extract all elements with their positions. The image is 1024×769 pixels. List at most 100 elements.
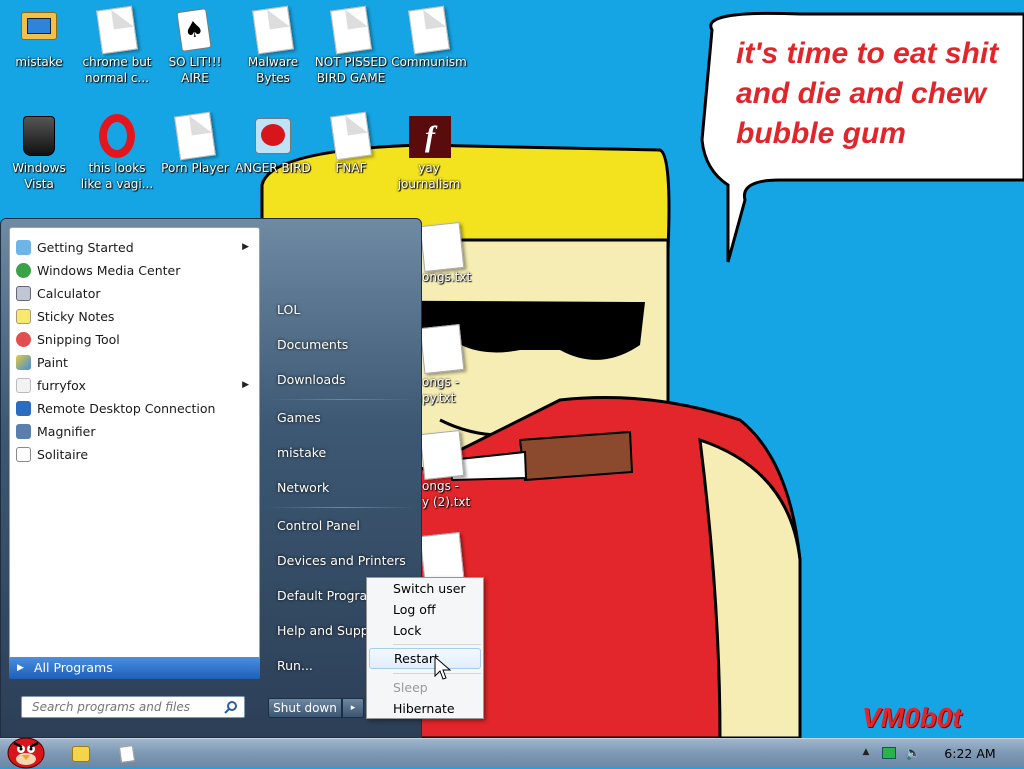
search-box: [21, 696, 245, 718]
right-item-control-panel[interactable]: Control Panel: [269, 511, 419, 541]
program-item-solitaire[interactable]: Solitaire: [10, 443, 259, 466]
trash-bin-icon: [17, 114, 61, 158]
desktop-icon-label: Communism: [391, 55, 467, 69]
program-item-furryfox[interactable]: furryfox ▶: [10, 374, 259, 397]
network-icon[interactable]: [882, 747, 898, 761]
desktop-icon-label: Windows Vista: [12, 161, 66, 191]
program-label: Snipping Tool: [37, 332, 120, 347]
start-button[interactable]: [4, 731, 48, 769]
right-item-games[interactable]: Games: [269, 403, 419, 433]
desktop-icon-label: this looks like a vagi...: [80, 161, 154, 191]
program-label: Sticky Notes: [37, 309, 115, 324]
angry-bird-icon: [251, 114, 295, 158]
program-label: Solitaire: [37, 447, 89, 462]
program-label: furryfox: [37, 378, 86, 393]
desktop-icon-communism[interactable]: Communism: [390, 2, 468, 70]
menu-item-log-off[interactable]: Log off: [369, 599, 481, 620]
program-label: Calculator: [37, 286, 101, 301]
desktop-icon-bird-game[interactable]: NOT PISSED BIRD GAME: [312, 2, 390, 86]
program-item-remote-desktop[interactable]: Remote Desktop Connection: [10, 397, 259, 420]
getting-started-icon: [16, 240, 31, 255]
program-item-magnifier[interactable]: Magnifier: [10, 420, 259, 443]
taskbar-pinned-folder[interactable]: [70, 744, 92, 764]
right-item-documents[interactable]: Documents: [269, 330, 419, 360]
all-programs-button[interactable]: ▶ All Programs: [9, 657, 260, 679]
desktop-icon-windows-vista[interactable]: Windows Vista: [0, 108, 78, 192]
document-icon: [329, 5, 373, 55]
right-item-lol[interactable]: LOL: [269, 295, 419, 325]
taskbar: ▲ 🔈 6:22 AM: [0, 737, 1024, 769]
separator: [393, 644, 481, 645]
search-icon[interactable]: [224, 700, 238, 714]
menu-item-hibernate[interactable]: Hibernate: [369, 698, 481, 719]
shutdown-button[interactable]: Shut down: [268, 698, 342, 718]
desktop-icon-anger-bird[interactable]: ANGER BIRD: [234, 108, 312, 176]
show-hidden-icon[interactable]: ▲: [858, 747, 874, 761]
program-list: Getting Started ▶ Windows Media Center C…: [9, 227, 260, 673]
desktop-file-label: py.txt: [422, 391, 456, 405]
desktop-icon-label: mistake: [15, 55, 63, 69]
paint-icon: [16, 355, 31, 370]
desktop-icon-mistake[interactable]: mistake: [0, 2, 78, 70]
document-icon: [173, 111, 217, 161]
menu-item-lock[interactable]: Lock: [369, 620, 481, 641]
volume-icon[interactable]: 🔈: [905, 747, 921, 761]
desktop-file-4[interactable]: [418, 530, 465, 582]
right-item-downloads[interactable]: Downloads: [269, 365, 419, 395]
menu-item-switch-user[interactable]: Switch user: [369, 578, 481, 599]
calculator-icon: [16, 286, 31, 301]
separator: [269, 507, 415, 508]
desktop-icon-chrome[interactable]: chrome but normal c...: [78, 2, 156, 86]
desktop-file-label: ongs -: [422, 479, 459, 493]
program-item-snipping-tool[interactable]: Snipping Tool: [10, 328, 259, 351]
text-file-icon: [419, 532, 465, 582]
desktop-icon-porn-player[interactable]: Porn Player: [156, 108, 234, 176]
right-item-devices-printers[interactable]: Devices and Printers: [269, 546, 419, 576]
desktop-file-2[interactable]: ongs - py.txt: [418, 322, 478, 412]
menu-item-sleep[interactable]: Sleep: [369, 677, 481, 698]
taskbar-pinned-document[interactable]: [116, 744, 138, 764]
program-label: Getting Started: [37, 240, 134, 255]
program-label: Paint: [37, 355, 68, 370]
program-item-calculator[interactable]: Calculator: [10, 282, 259, 305]
media-center-icon: [16, 263, 31, 278]
desktop-icon-label: yay journalism: [397, 161, 461, 191]
signature: VM0b0t: [862, 702, 962, 733]
program-label: Remote Desktop Connection: [37, 401, 216, 416]
desktop-icon-fnaf[interactable]: FNAF: [312, 108, 390, 176]
magnifier-icon: [16, 424, 31, 439]
solitaire-icon: [16, 447, 31, 462]
search-input[interactable]: [22, 697, 218, 717]
submenu-arrow-icon: ▶: [242, 242, 249, 252]
document-icon: [407, 5, 451, 55]
menu-item-restart[interactable]: Restart: [369, 648, 481, 669]
folder-icon: [72, 746, 90, 762]
shutdown-options-menu: Switch user Log off Lock Restart Sleep H…: [366, 577, 484, 719]
start-menu: Getting Started ▶ Windows Media Center C…: [0, 218, 422, 738]
desktop-icon-opera[interactable]: this looks like a vagi...: [78, 108, 156, 192]
play-arrow-icon: ▶: [17, 663, 24, 673]
desktop-icon-label: chrome but normal c...: [82, 55, 152, 85]
right-item-network[interactable]: Network: [269, 473, 419, 503]
desktop-file-1[interactable]: ongs.txt: [418, 218, 478, 288]
desktop-icon-malware-bytes[interactable]: Malware Bytes: [234, 2, 312, 86]
program-item-getting-started[interactable]: Getting Started ▶: [10, 236, 259, 259]
program-label: Magnifier: [37, 424, 96, 439]
desktop-file-label: ongs -: [422, 375, 459, 389]
shutdown-options-button[interactable]: ▸: [342, 698, 364, 718]
desktop-file-3[interactable]: ongs - y (2).txt: [418, 428, 478, 518]
desktop-icon-label: SO LIT!!! AIRE: [168, 55, 222, 85]
program-item-sticky-notes[interactable]: Sticky Notes: [10, 305, 259, 328]
remote-desktop-icon: [16, 401, 31, 416]
taskbar-clock[interactable]: 6:22 AM: [930, 739, 1010, 769]
program-item-media-center[interactable]: Windows Media Center: [10, 259, 259, 282]
desktop-icon-label: Malware Bytes: [247, 55, 299, 85]
program-item-paint[interactable]: Paint: [10, 351, 259, 374]
desktop-file-label: ongs.txt: [422, 270, 472, 284]
right-item-mistake[interactable]: mistake: [269, 438, 419, 468]
speech-line-2: and die and chew: [736, 77, 987, 110]
document-icon: [95, 5, 139, 55]
desktop-icon-solitaire[interactable]: ♠ SO LIT!!! AIRE: [156, 2, 234, 86]
computer-folder-icon: [17, 8, 61, 52]
desktop-icon-yay-journalism[interactable]: f yay journalism: [390, 108, 468, 192]
